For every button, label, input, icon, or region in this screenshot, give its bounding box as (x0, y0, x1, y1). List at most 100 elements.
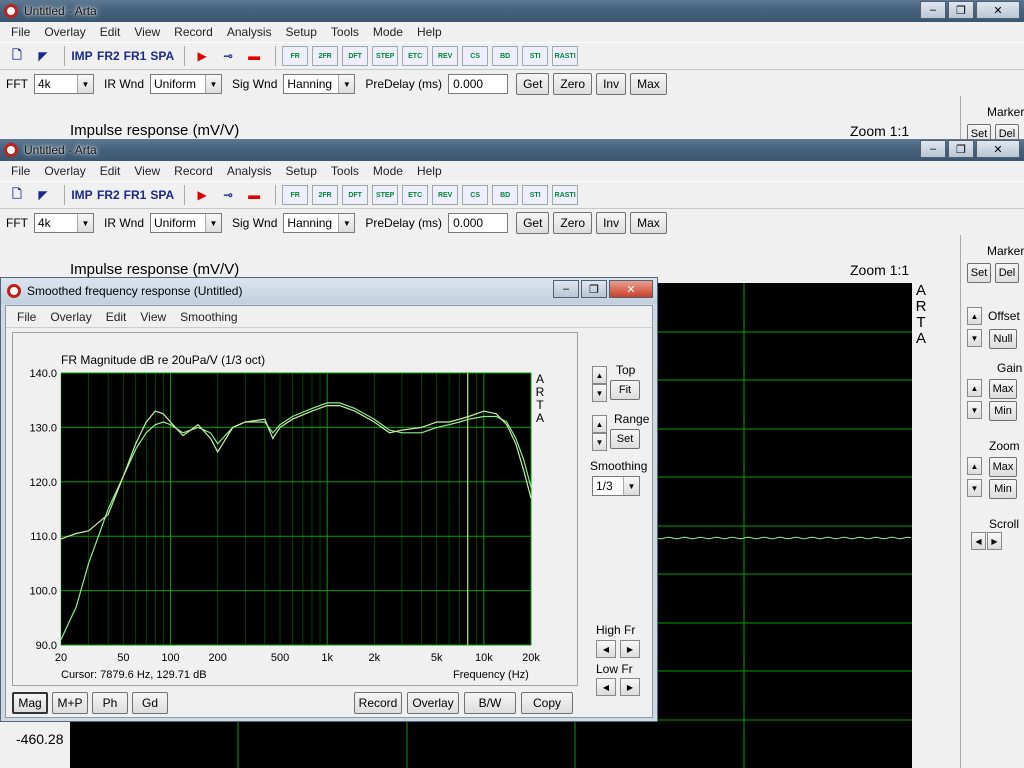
high-fr-left-icon[interactable]: ◀ (596, 640, 616, 658)
b-w-button[interactable]: B/W (464, 692, 516, 714)
rev-icon[interactable]: REV (432, 185, 459, 205)
m-p-button[interactable]: M+P (52, 692, 88, 714)
get-button[interactable]: Get (516, 73, 550, 95)
fr1-button[interactable]: FR1 (124, 185, 147, 205)
fr1-button[interactable]: FR1 (124, 46, 147, 66)
menu-view[interactable]: View (127, 164, 167, 178)
gain-max-button[interactable]: Max (989, 379, 1017, 399)
minimize-icon[interactable]: – (920, 140, 946, 158)
rasti-icon[interactable]: RASTI (552, 46, 579, 66)
smoothing-select[interactable]: 1/3 ▼ (592, 476, 640, 496)
cs-icon[interactable]: CS (462, 46, 489, 66)
zoom-max-button[interactable]: Max (989, 457, 1017, 477)
rasti-icon[interactable]: RASTI (552, 185, 579, 205)
cs-icon[interactable]: CS (462, 185, 489, 205)
minimize-icon[interactable]: – (920, 1, 946, 19)
back-titlebar[interactable]: Untitled - Arta – ❐ ✕ (0, 0, 1024, 22)
gd-button[interactable]: Gd (132, 692, 168, 714)
top-down-icon[interactable]: ▼ (592, 384, 607, 402)
menu-mode[interactable]: Mode (366, 164, 410, 178)
menu-edit[interactable]: Edit (93, 25, 128, 39)
top-up-icon[interactable]: ▲ (592, 366, 607, 384)
menu-record[interactable]: Record (167, 25, 220, 39)
menu-tools[interactable]: Tools (324, 25, 366, 39)
fft-select[interactable]: 4k ▼ (34, 213, 94, 233)
ir-wnd-select[interactable]: Uniform ▼ (150, 213, 223, 233)
maximize-icon[interactable]: ❐ (581, 280, 607, 298)
menu-analysis[interactable]: Analysis (220, 25, 279, 39)
gain-min-button[interactable]: Min (989, 401, 1017, 421)
inv-button[interactable]: Inv (596, 212, 627, 234)
close-icon[interactable]: ✕ (609, 280, 653, 298)
fr-icon[interactable]: FR (282, 46, 309, 66)
etc-icon[interactable]: ETC (402, 185, 429, 205)
menu-view[interactable]: View (133, 310, 173, 324)
fr2-button[interactable]: FR2 (97, 46, 120, 66)
minimize-icon[interactable]: – (553, 280, 579, 298)
range-down-icon[interactable]: ▼ (592, 433, 607, 451)
menu-record[interactable]: Record (167, 164, 220, 178)
fr2-button[interactable]: FR2 (97, 185, 120, 205)
menu-smoothing[interactable]: Smoothing (173, 310, 244, 324)
etc-icon[interactable]: ETC (402, 46, 429, 66)
close-icon[interactable]: ✕ (976, 1, 1020, 19)
menu-file[interactable]: File (10, 310, 43, 324)
dialog-titlebar[interactable]: Smoothed frequency response (Untitled) –… (1, 278, 657, 304)
fr-icon[interactable]: FR (282, 185, 309, 205)
marker-set-button[interactable]: Set (967, 263, 991, 283)
menu-help[interactable]: Help (410, 25, 449, 39)
predelay-input[interactable]: 0.000 (448, 213, 509, 233)
menu-setup[interactable]: Setup (279, 164, 324, 178)
high-fr-right-icon[interactable]: ▶ (620, 640, 640, 658)
spectrum-icon[interactable]: ▬ (243, 46, 265, 66)
zero-button[interactable]: Zero (553, 212, 593, 234)
ir-wnd-select[interactable]: Uniform ▼ (150, 74, 223, 94)
marker-del-button[interactable]: Del (995, 263, 1019, 283)
inv-button[interactable]: Inv (596, 73, 627, 95)
menu-setup[interactable]: Setup (279, 25, 324, 39)
main-titlebar[interactable]: Untitled - Arta – ❐ ✕ (0, 139, 1024, 161)
sig-wnd-select[interactable]: Hanning ▼ (283, 74, 356, 94)
copy-button[interactable]: Copy (521, 692, 573, 714)
offset-up-icon[interactable]: ▲ (967, 307, 982, 325)
null-button[interactable]: Null (989, 329, 1017, 349)
offset-down-icon[interactable]: ▼ (967, 329, 982, 347)
mag-button[interactable]: Mag (12, 692, 48, 714)
range-set-button[interactable]: Set (610, 429, 640, 449)
record-button[interactable]: Record (354, 692, 402, 714)
menu-overlay[interactable]: Overlay (37, 164, 92, 178)
scroll-left-icon[interactable]: ◀ (971, 532, 986, 550)
2fr-icon[interactable]: 2FR (312, 185, 339, 205)
menu-tools[interactable]: Tools (324, 164, 366, 178)
spa-button[interactable]: SPA (150, 185, 174, 205)
dft-icon[interactable]: DFT (342, 46, 369, 66)
chevron-down-icon[interactable]: ▼ (77, 214, 93, 232)
generator-icon[interactable]: ⊸ (217, 46, 239, 66)
gain-up-icon[interactable]: ▲ (967, 379, 982, 397)
bd-icon[interactable]: BD (492, 46, 519, 66)
dft-icon[interactable]: DFT (342, 185, 369, 205)
spectrum-icon[interactable]: ▬ (243, 185, 265, 205)
sti-icon[interactable]: STI (522, 185, 549, 205)
predelay-input[interactable]: 0.000 (448, 74, 509, 94)
menu-file[interactable]: File (4, 25, 37, 39)
chevron-down-icon[interactable]: ▼ (338, 214, 355, 232)
menu-edit[interactable]: Edit (93, 164, 128, 178)
fr-chart[interactable]: 90.0 100.0 110.0 120.0 130.0 140.0 20 50 100 200 5… (13, 333, 579, 687)
zero-button[interactable]: Zero (553, 73, 593, 95)
step-icon[interactable]: STEP (372, 46, 399, 66)
arrow-icon[interactable]: ◤ (32, 185, 54, 205)
new-file-icon[interactable]: 🗋 (6, 185, 28, 205)
menu-mode[interactable]: Mode (366, 25, 410, 39)
menu-file[interactable]: File (4, 164, 37, 178)
zoom-up-icon[interactable]: ▲ (967, 457, 982, 475)
sig-wnd-select[interactable]: Hanning ▼ (283, 213, 356, 233)
arrow-icon[interactable]: ◤ (32, 46, 54, 66)
chevron-down-icon[interactable]: ▼ (338, 75, 355, 93)
close-icon[interactable]: ✕ (976, 140, 1020, 158)
fit-button[interactable]: Fit (610, 380, 640, 400)
imp-button[interactable]: IMP (71, 46, 93, 66)
step-icon[interactable]: STEP (372, 185, 399, 205)
maximize-icon[interactable]: ❐ (948, 1, 974, 19)
menu-view[interactable]: View (127, 25, 167, 39)
